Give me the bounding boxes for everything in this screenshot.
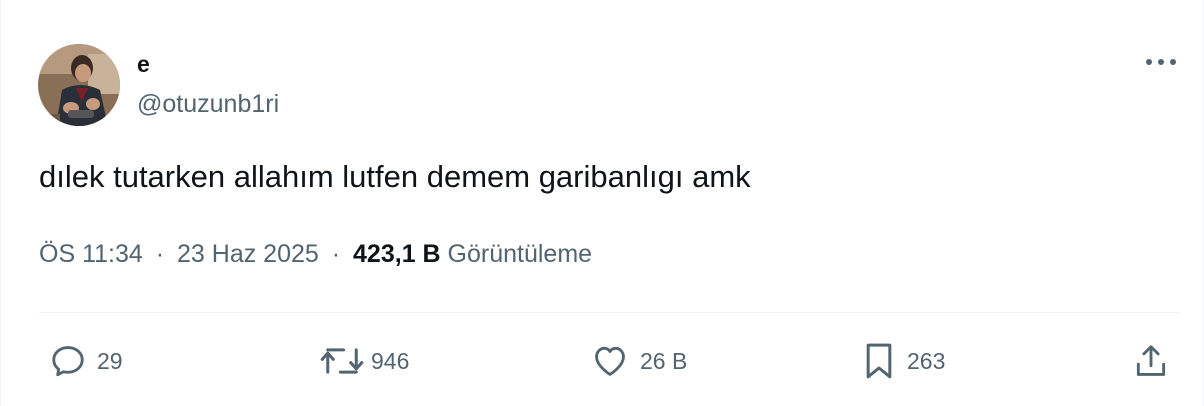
like-count: 26 B <box>640 347 688 374</box>
bookmark-count: 263 <box>907 347 946 374</box>
share-button[interactable] <box>1132 340 1170 382</box>
repost-icon <box>320 348 364 374</box>
views-label: Görüntüleme <box>447 240 593 268</box>
more-horizontal-icon <box>1146 59 1176 65</box>
repost-button[interactable]: 946 <box>319 340 409 382</box>
meta-separator: · <box>331 240 341 268</box>
meta-separator: · <box>155 240 165 268</box>
tweet-date[interactable]: 23 Haz 2025 <box>177 240 319 268</box>
avatar[interactable] <box>38 44 120 126</box>
views-count: 423,1 B <box>353 240 441 268</box>
bookmark-icon <box>866 343 892 379</box>
author-name[interactable]: e <box>137 49 150 79</box>
tweet-time[interactable]: ÖS 11:34 <box>39 240 143 268</box>
more-options-button[interactable] <box>1141 46 1181 78</box>
heart-icon <box>595 346 625 376</box>
author-handle[interactable]: @otuzunb1ri <box>137 88 279 120</box>
tweet-meta: ÖS 11:34 · 23 Haz 2025 · 423,1 B Görüntü… <box>39 238 592 270</box>
reply-icon <box>52 346 84 377</box>
like-button[interactable]: 26 B <box>590 340 687 382</box>
tweet-card: e @otuzunb1ri dılek tutarken allahım lut… <box>0 0 1204 406</box>
repost-count: 946 <box>371 347 410 374</box>
reply-button[interactable]: 29 <box>49 340 123 382</box>
bookmark-button[interactable]: 263 <box>861 340 945 382</box>
share-icon <box>1136 345 1166 376</box>
divider <box>39 312 1180 313</box>
reply-count: 29 <box>97 347 123 374</box>
avatar-image <box>38 44 120 126</box>
tweet-text: dılek tutarken allahım lutfen demem gari… <box>39 159 751 194</box>
